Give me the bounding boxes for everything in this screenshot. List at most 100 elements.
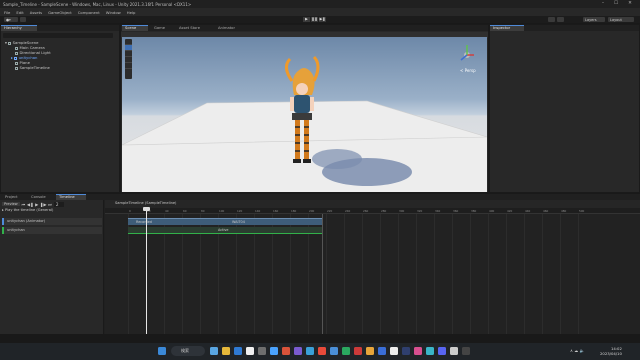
playhead[interactable] bbox=[146, 208, 147, 334]
menu-gameobject[interactable]: GameObject bbox=[48, 10, 72, 15]
scene-icon bbox=[8, 41, 12, 45]
pause-button[interactable]: ❚❚ bbox=[311, 17, 318, 22]
play-on-awake-label[interactable]: ▸ Play the timeline (General) bbox=[2, 208, 53, 212]
goto-end-icon[interactable]: ⏭ bbox=[48, 202, 52, 207]
title-bar: Sample_Timeline - SampleScene - Windows,… bbox=[0, 0, 640, 8]
cloud-icon[interactable] bbox=[20, 17, 26, 22]
tab-animator[interactable]: Animator bbox=[215, 25, 238, 31]
scene-viewport[interactable]: < Persp bbox=[122, 37, 487, 192]
timeline-header: SampleTimeline (SampleTimeline) bbox=[105, 200, 640, 208]
edge-icon[interactable] bbox=[234, 347, 242, 355]
ruler-tick-label: 220 bbox=[327, 208, 333, 213]
activation-track-header[interactable]: unitychan bbox=[2, 227, 102, 234]
menu-component[interactable]: Component bbox=[78, 10, 100, 15]
terminal-icon[interactable] bbox=[426, 347, 434, 355]
playhead-handle[interactable] bbox=[143, 207, 150, 211]
tab-game[interactable]: Game bbox=[151, 25, 168, 31]
layers-dropdown[interactable]: Layers bbox=[583, 17, 605, 22]
timeline-gridline bbox=[506, 214, 507, 334]
timeline-gridline bbox=[398, 214, 399, 334]
teams-icon[interactable] bbox=[294, 347, 302, 355]
timeline-gridline bbox=[434, 214, 435, 334]
acrobat-icon[interactable] bbox=[354, 347, 362, 355]
tab-asset-store[interactable]: Asset Store bbox=[176, 25, 203, 31]
account-button[interactable]: ●▾ bbox=[4, 17, 18, 22]
timeline-controls: Preview ⏮ ◀❚ ▶ ❚▶ ⏭ 2 bbox=[2, 201, 64, 207]
next-frame-icon[interactable]: ❚▶ bbox=[40, 202, 47, 207]
menu-bar: File Edit Assets GameObject Component Wi… bbox=[0, 8, 640, 16]
maximize-icon[interactable]: ☐ bbox=[611, 1, 621, 6]
ruler-tick-label: 400 bbox=[489, 208, 495, 213]
ruler-tick-label: 160 bbox=[273, 208, 279, 213]
gameobject-icon bbox=[15, 66, 18, 70]
animation-track-header[interactable]: unitychan (Animator) bbox=[2, 218, 102, 225]
ruler-tick-label: 300 bbox=[399, 208, 405, 213]
ruler-tick-label: 40 bbox=[165, 208, 169, 213]
timeline-track-list: Preview ⏮ ◀❚ ▶ ❚▶ ⏭ 2 ▸ Play the timelin… bbox=[0, 200, 104, 334]
chrome-icon[interactable] bbox=[390, 347, 398, 355]
office-icon[interactable] bbox=[282, 347, 290, 355]
menu-assets[interactable]: Assets bbox=[30, 10, 42, 15]
discord-icon[interactable] bbox=[438, 347, 446, 355]
sheet-icon[interactable] bbox=[342, 347, 350, 355]
transform-tool-icon[interactable] bbox=[125, 69, 132, 75]
unity-icon[interactable] bbox=[258, 347, 266, 355]
step-button[interactable]: ▶❚ bbox=[319, 17, 326, 22]
play-button[interactable]: ▶ bbox=[303, 17, 310, 22]
animation-clip-wait04[interactable]: WAIT04 bbox=[168, 218, 322, 225]
ruler-tick-label: 120 bbox=[237, 208, 243, 213]
start-icon[interactable] bbox=[158, 347, 166, 355]
obs-icon[interactable] bbox=[450, 347, 458, 355]
timeline-gridline bbox=[560, 214, 561, 334]
tab-hierarchy[interactable]: Hierarchy bbox=[1, 25, 37, 31]
menu-help[interactable]: Help bbox=[127, 10, 136, 15]
tab-scene[interactable]: Scene bbox=[122, 25, 148, 31]
timeline-panel: Project Console Timeline Preview ⏮ ◀❚ ▶ … bbox=[0, 194, 640, 334]
steam-icon[interactable] bbox=[402, 347, 410, 355]
paint-icon[interactable] bbox=[414, 347, 422, 355]
ruler-tick-label: 480 bbox=[561, 208, 567, 213]
ruler-tick-label: 140 bbox=[255, 208, 261, 213]
taskview-icon[interactable] bbox=[210, 347, 218, 355]
unity-hub-icon[interactable] bbox=[246, 347, 254, 355]
timeline-end-marker bbox=[322, 214, 323, 334]
folder-icon[interactable] bbox=[366, 347, 374, 355]
explorer-icon[interactable] bbox=[222, 347, 230, 355]
clock[interactable]: 14:02 2023/04/10 bbox=[600, 346, 622, 356]
store-icon[interactable] bbox=[270, 347, 278, 355]
minimize-icon[interactable]: – bbox=[598, 1, 608, 6]
animation-clip-recorded[interactable]: Recorded bbox=[128, 218, 168, 225]
activation-clip[interactable]: Active bbox=[128, 227, 322, 234]
scene-gizmo[interactable] bbox=[460, 45, 474, 61]
mail-icon[interactable] bbox=[306, 347, 314, 355]
timeline-play-icon[interactable]: ▶ bbox=[35, 202, 38, 207]
ruler-tick-label: 500 bbox=[579, 208, 585, 213]
hierarchy-search-input[interactable] bbox=[3, 33, 113, 38]
ruler-tick-label: 320 bbox=[417, 208, 423, 213]
search-icon[interactable] bbox=[557, 17, 564, 22]
menu-edit[interactable]: Edit bbox=[16, 10, 23, 15]
ruler-tick-label: 280 bbox=[381, 208, 387, 213]
unity-editor-icon[interactable] bbox=[462, 347, 470, 355]
goto-start-icon[interactable]: ⏮ bbox=[22, 202, 26, 207]
timeline-gridline bbox=[542, 214, 543, 334]
timeline-asset-path: SampleTimeline (SampleTimeline) bbox=[115, 201, 177, 205]
tray-icons[interactable]: ∧ ☁ 🔈 bbox=[570, 348, 584, 353]
menu-file[interactable]: File bbox=[4, 10, 10, 15]
ruler-tick-label: 340 bbox=[435, 208, 441, 213]
layout-dropdown[interactable]: Layout bbox=[608, 17, 634, 22]
menu-window[interactable]: Window bbox=[106, 10, 121, 15]
word-icon[interactable] bbox=[378, 347, 386, 355]
tab-inspector[interactable]: Inspector bbox=[490, 25, 524, 31]
history-icon[interactable] bbox=[548, 17, 555, 22]
vscode-icon[interactable] bbox=[330, 347, 338, 355]
taskbar-search[interactable]: 検索 bbox=[171, 346, 205, 356]
preview-button[interactable]: Preview bbox=[2, 202, 20, 206]
timeline-gridline bbox=[578, 214, 579, 334]
tree-item-sampletimeline[interactable]: SampleTimeline bbox=[15, 65, 50, 70]
close-icon[interactable]: ✕ bbox=[625, 1, 635, 6]
prev-frame-icon[interactable]: ◀❚ bbox=[27, 202, 34, 207]
timeline-gridline bbox=[416, 214, 417, 334]
photos-icon[interactable] bbox=[318, 347, 326, 355]
frame-field[interactable]: 2 bbox=[53, 201, 64, 207]
